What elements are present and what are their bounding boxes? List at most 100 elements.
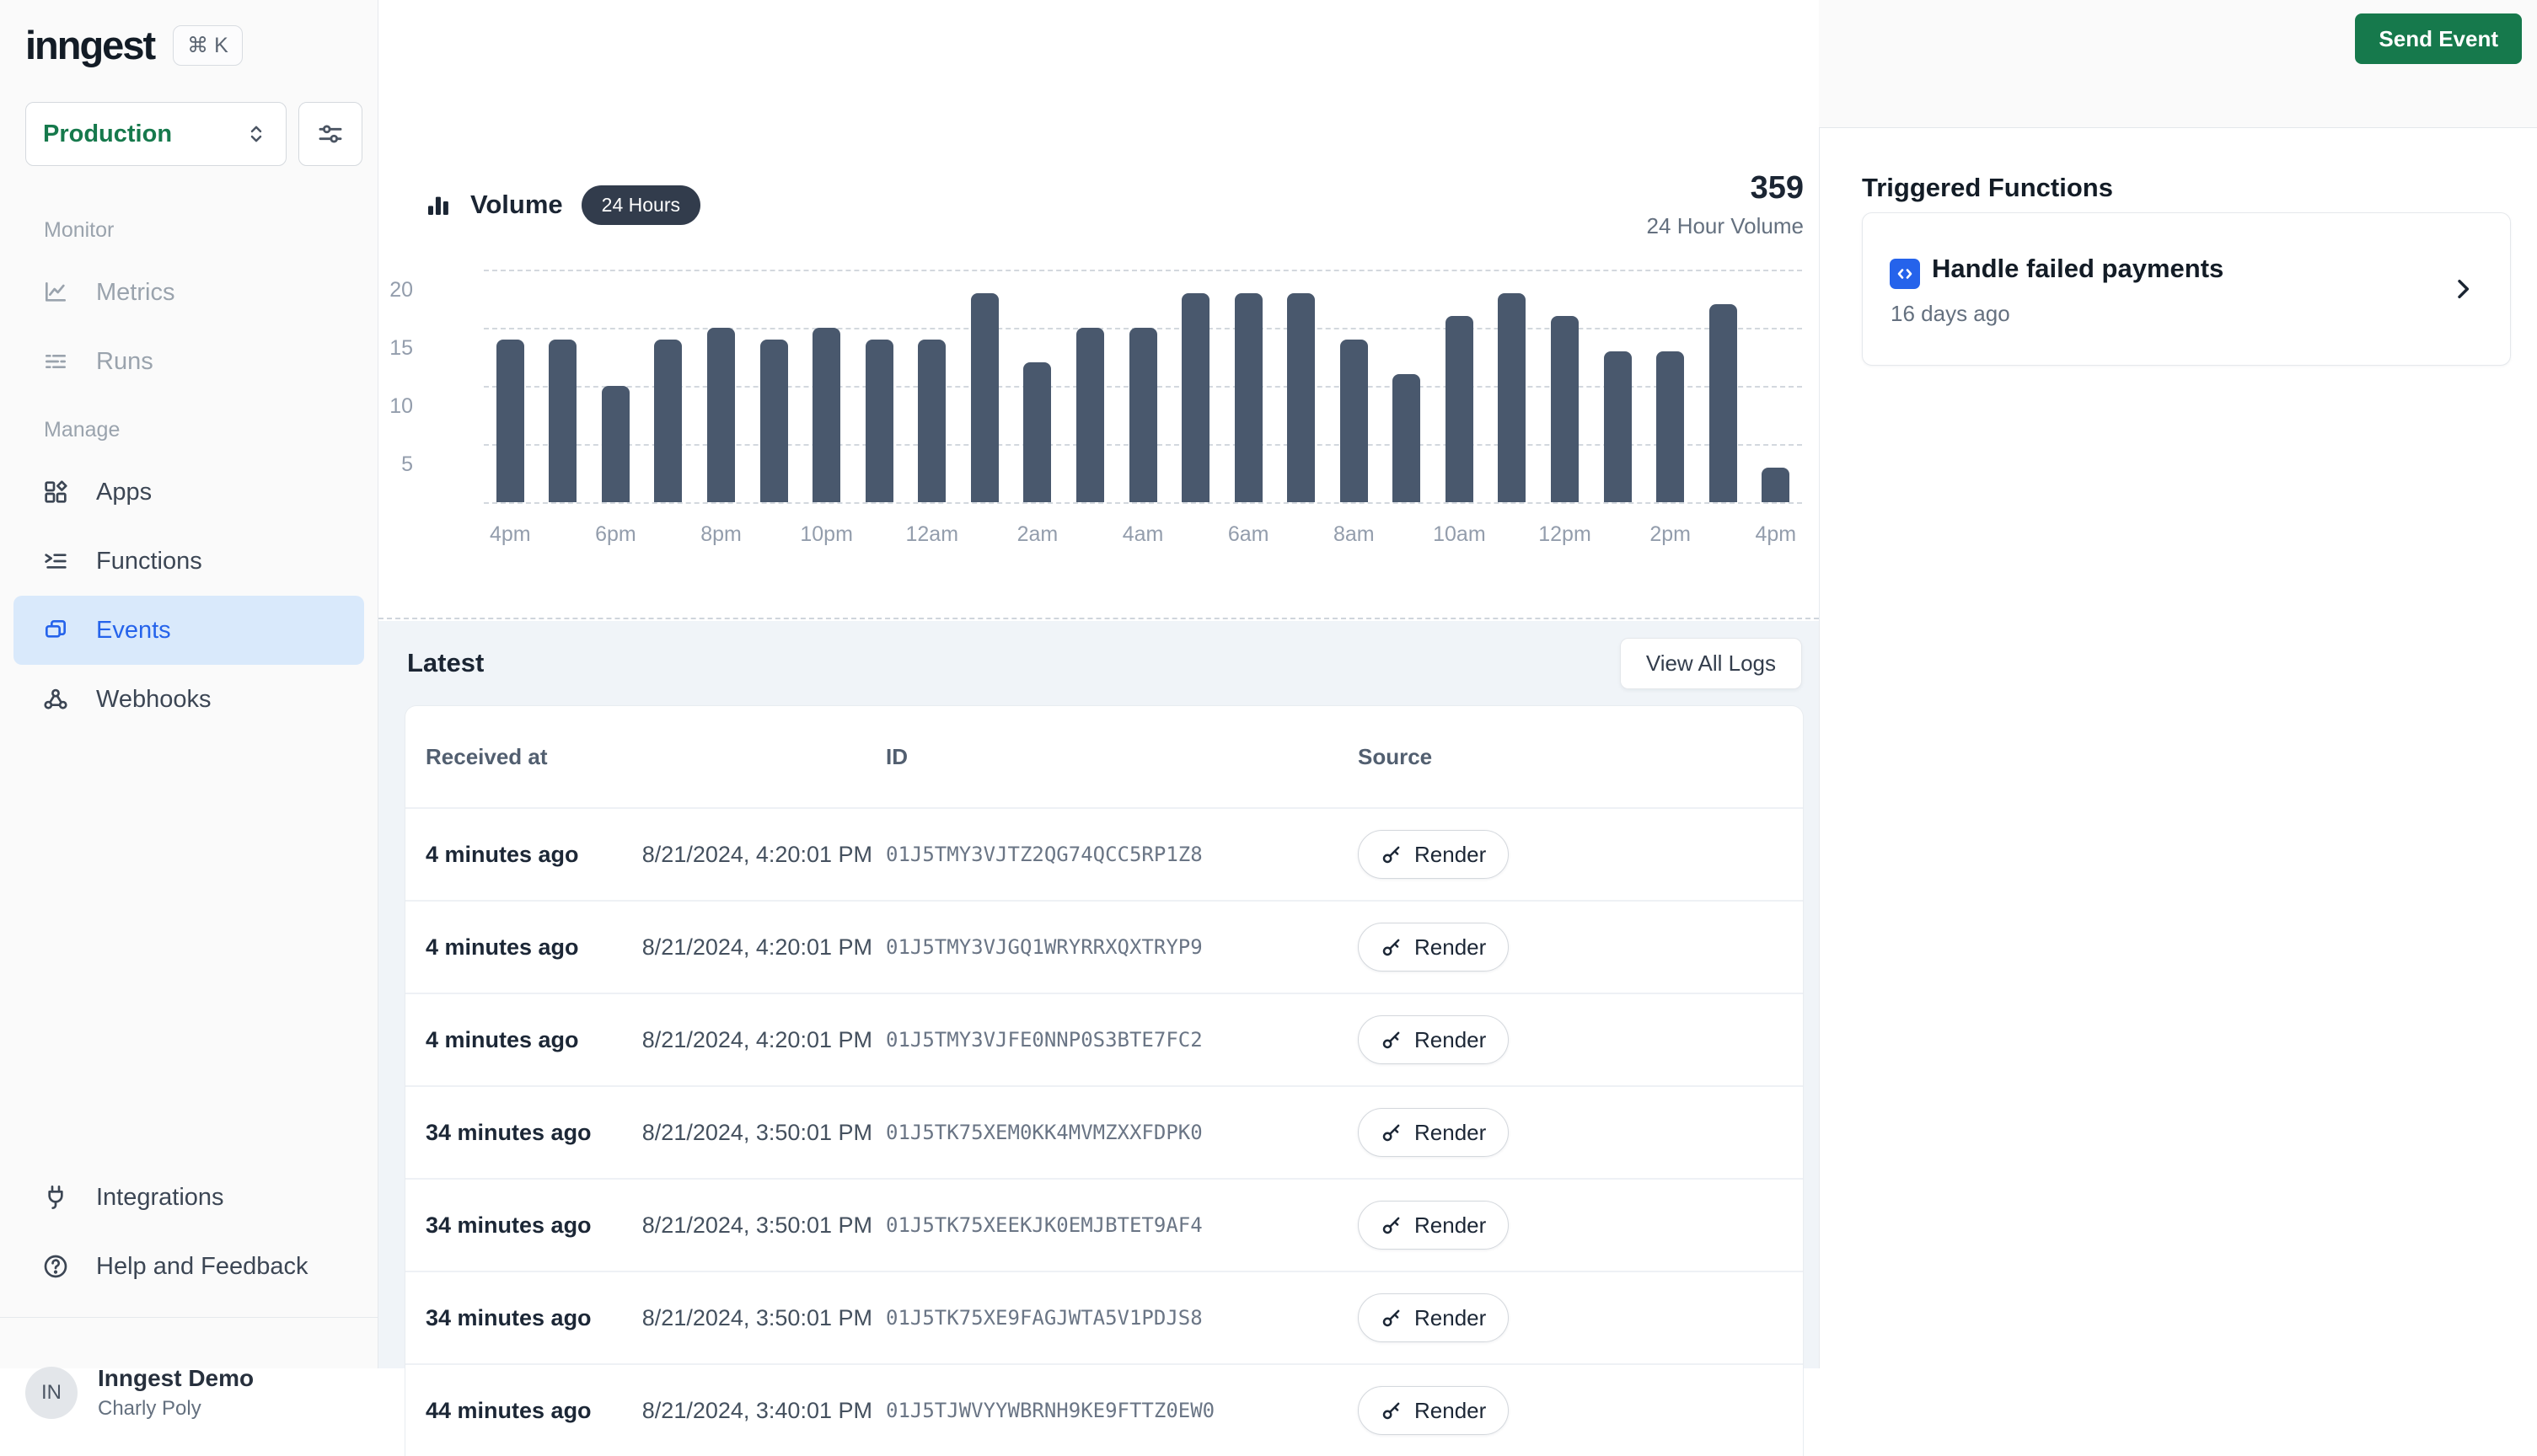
chart-x-tick-label: 10am xyxy=(1433,522,1486,547)
event-row[interactable]: 4 minutes ago8/21/2024, 4:20:01 PM01J5TM… xyxy=(405,900,1803,993)
user-menu[interactable]: IN Inngest Demo Charly Poly xyxy=(25,1365,254,1421)
latest-section: Latest View All Logs Received at ID Sour… xyxy=(378,621,1819,1368)
volume-bar-7am[interactable] xyxy=(1287,293,1315,502)
key-icon xyxy=(1381,1029,1403,1051)
volume-bar-12pm[interactable] xyxy=(1551,316,1579,502)
volume-bar-4am[interactable] xyxy=(1129,328,1157,502)
triggered-functions-panel: Triggered Functions Handle failed paymen… xyxy=(1819,128,2537,1368)
volume-bar-3pm[interactable] xyxy=(1709,304,1737,502)
source-name: Render xyxy=(1414,934,1486,961)
source-name: Render xyxy=(1414,1398,1486,1424)
volume-bar-10am[interactable] xyxy=(1446,316,1473,502)
key-icon xyxy=(1381,1121,1403,1143)
chart-x-tick-label xyxy=(1274,522,1328,547)
sidebar-item-apps[interactable]: Apps xyxy=(13,458,364,527)
volume-bar-9pm[interactable] xyxy=(760,340,788,502)
event-received-relative: 44 minutes ago xyxy=(426,1398,592,1424)
chart-x-tick-label: 12pm xyxy=(1538,522,1591,547)
sidebar-item-webhooks[interactable]: Webhooks xyxy=(13,665,364,734)
chart-x-tick-label: 2pm xyxy=(1644,522,1697,547)
send-event-button[interactable]: Send Event xyxy=(2355,13,2522,64)
event-row[interactable]: 34 minutes ago8/21/2024, 3:50:01 PM01J5T… xyxy=(405,1271,1803,1363)
sidebar-item-label: Functions xyxy=(96,548,202,575)
chart-x-tick-label: 2am xyxy=(1011,522,1065,547)
volume-bar-8pm[interactable] xyxy=(707,328,735,502)
event-received-datetime: 8/21/2024, 4:20:01 PM xyxy=(642,1027,872,1053)
sidebar-item-label: Apps xyxy=(96,479,152,506)
volume-bar-4pm[interactable] xyxy=(1762,468,1789,502)
line-chart-icon xyxy=(42,279,69,306)
volume-bar-6pm[interactable] xyxy=(602,386,630,502)
volume-bar-1pm[interactable] xyxy=(1604,351,1632,502)
event-row[interactable]: 44 minutes ago8/21/2024, 3:40:01 PM01J5T… xyxy=(405,1363,1803,1456)
volume-bar-11pm[interactable] xyxy=(866,340,893,502)
volume-section: Volume 24 Hours 359 24 Hour Volume 4pm6p… xyxy=(378,128,1819,619)
event-received-relative: 34 minutes ago xyxy=(426,1212,592,1239)
sidebar-item-label: Metrics xyxy=(96,279,174,307)
volume-bar-11am[interactable] xyxy=(1498,293,1526,502)
volume-bar-2am[interactable] xyxy=(1023,362,1051,502)
chart-x-tick-label xyxy=(853,522,906,547)
chart-x-tick-label xyxy=(642,522,695,547)
sidebar-item-help-and-feedback[interactable]: Help and Feedback xyxy=(13,1232,364,1301)
volume-bar-10pm[interactable] xyxy=(813,328,840,502)
sidebar-item-integrations[interactable]: Integrations xyxy=(13,1163,364,1232)
sidebar-item-runs[interactable]: Runs xyxy=(13,327,364,396)
function-list-icon xyxy=(42,548,69,575)
source-badge[interactable]: Render xyxy=(1358,1293,1509,1342)
view-all-logs-button[interactable]: View All Logs xyxy=(1620,638,1802,689)
source-badge[interactable]: Render xyxy=(1358,1015,1509,1064)
avatar: IN xyxy=(25,1367,78,1419)
list-dashes-icon xyxy=(42,348,69,375)
volume-bar-3am[interactable] xyxy=(1076,328,1104,502)
event-id: 01J5TK75XEEKJK0EMJBTET9AF4 xyxy=(877,1213,1349,1237)
inngest-logo: inngest xyxy=(25,22,154,68)
event-row[interactable]: 4 minutes ago8/21/2024, 4:20:01 PM01J5TM… xyxy=(405,993,1803,1085)
environment-select[interactable]: Production xyxy=(25,102,287,166)
volume-bar-6am[interactable] xyxy=(1235,293,1263,502)
source-badge[interactable]: Render xyxy=(1358,830,1509,879)
event-row[interactable]: 34 minutes ago 8/21/2024, 3:50:01 PM01J5T… xyxy=(405,1178,1803,1271)
event-received-datetime: 8/21/2024, 3:50:01 PM xyxy=(642,1212,872,1239)
sidebar-divider xyxy=(0,1317,378,1318)
event-id: 01J5TJWVYYWBRNH9KE9FTTZ0EW0 xyxy=(877,1399,1349,1422)
volume-total-label: 24 Hour Volume xyxy=(1647,213,1804,239)
sidebar-item-label: Runs xyxy=(96,348,153,376)
function-card[interactable]: Handle failed payments 16 days ago xyxy=(1862,212,2511,366)
source-badge[interactable]: Render xyxy=(1358,923,1509,972)
source-badge[interactable]: Render xyxy=(1358,1386,1509,1435)
chart-x-tick-label xyxy=(1064,522,1117,547)
volume-bar-12am[interactable] xyxy=(918,340,946,502)
sidebar-item-functions[interactable]: Functions xyxy=(13,527,364,596)
volume-bar-4pm[interactable] xyxy=(496,340,524,502)
source-badge[interactable]: Render xyxy=(1358,1108,1509,1157)
sidebar-item-metrics[interactable]: Metrics xyxy=(13,258,364,327)
sidebar-item-events[interactable]: Events xyxy=(13,596,364,665)
chart-y-tick-label: 10 xyxy=(366,394,413,419)
event-received-relative: 4 minutes ago xyxy=(426,842,579,868)
volume-bar-5pm[interactable] xyxy=(549,340,577,502)
command-k-shortcut[interactable]: ⌘ K xyxy=(173,25,243,66)
nav-section-label: Manage xyxy=(13,396,364,458)
volume-bar-9am[interactable] xyxy=(1392,374,1420,502)
event-row[interactable]: 4 minutes ago8/21/2024, 4:20:01 PM01J5TM… xyxy=(405,807,1803,900)
sidebar-item-label: Help and Feedback xyxy=(96,1253,308,1281)
source-name: Render xyxy=(1414,1027,1486,1053)
chart-x-tick-label xyxy=(958,522,1011,547)
volume-bar-5am[interactable] xyxy=(1182,293,1210,502)
sidebar-footer-nav: Integrations Help and Feedback xyxy=(13,1163,364,1301)
chart-x-tick-label xyxy=(1591,522,1644,547)
environment-settings-button[interactable] xyxy=(298,102,362,166)
chart-x-tick-label: 10pm xyxy=(800,522,853,547)
help-circle-icon xyxy=(42,1253,69,1280)
plug-icon xyxy=(42,1184,69,1211)
volume-bar-8am[interactable] xyxy=(1340,340,1368,502)
volume-bar-7pm[interactable] xyxy=(654,340,682,502)
environment-label: Production xyxy=(43,120,172,148)
volume-bar-2pm[interactable] xyxy=(1656,351,1684,502)
source-name: Render xyxy=(1414,1305,1486,1331)
sidebar-item-label: Events xyxy=(96,617,171,645)
source-badge[interactable]: Render xyxy=(1358,1201,1509,1250)
volume-bar-1am[interactable] xyxy=(971,293,999,502)
event-row[interactable]: 34 minutes ago8/21/2024, 3:50:01 PM01J5T… xyxy=(405,1085,1803,1178)
